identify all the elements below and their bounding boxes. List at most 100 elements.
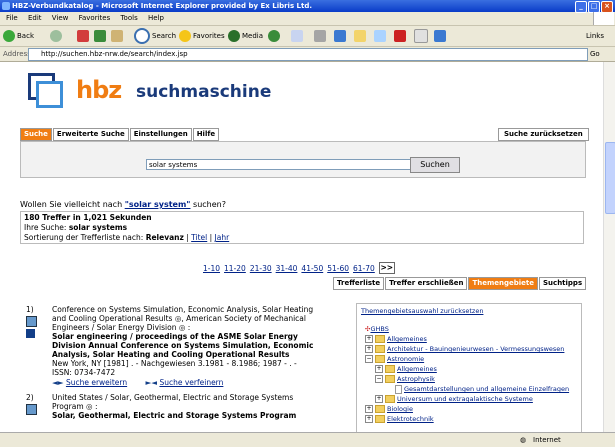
extra-tool-button[interactable] — [414, 29, 428, 43]
discuss-button[interactable] — [354, 29, 366, 43]
folder-icon — [385, 395, 395, 403]
tree-leaf[interactable]: Gesamtdarstellungen und allgemeine Einze… — [365, 384, 569, 394]
folder-icon — [375, 335, 385, 343]
tab-hilfe[interactable]: Hilfe — [192, 128, 220, 141]
magnifier-icon[interactable] — [26, 404, 37, 415]
media-icon — [228, 30, 240, 42]
menu-favorites[interactable]: Favorites — [79, 14, 111, 22]
page-link[interactable]: 61-70 — [353, 264, 375, 273]
tab-erweiterte-suche[interactable]: Erweiterte Suche — [52, 128, 129, 141]
tree-node[interactable]: + Biologie — [365, 404, 569, 414]
result-title[interactable]: Solar engineering / proceedings of the A… — [52, 332, 346, 341]
toolbar: Back Search Favorites Media Links — [0, 26, 615, 47]
address-input[interactable]: http://suchen.hbz-nrw.de/search/index.js… — [28, 48, 588, 61]
info-icon[interactable]: ◎ — [179, 323, 186, 332]
sort-jahr-link[interactable]: Jahr — [215, 233, 230, 242]
menu-edit[interactable]: Edit — [28, 14, 42, 22]
menu-file[interactable]: File — [6, 14, 18, 22]
address-bar: Address http://suchen.hbz-nrw.de/search/… — [0, 47, 615, 62]
history-button[interactable] — [268, 29, 280, 43]
stop-button[interactable] — [77, 29, 89, 43]
favorites-button[interactable]: Favorites — [179, 29, 225, 43]
go-button[interactable]: Go — [590, 47, 600, 61]
page-link[interactable]: 51-60 — [327, 264, 349, 273]
tab-treffer-erschliessen[interactable]: Treffer erschließen — [385, 277, 468, 290]
folder-open-icon — [375, 355, 385, 363]
reset-search-button[interactable]: Suche zurücksetzen — [498, 128, 589, 141]
tree-node[interactable]: − Astrophysik — [365, 374, 569, 384]
refine-arrows-icon: ►◄ — [145, 378, 158, 387]
search-input[interactable] — [146, 159, 412, 170]
tree-node[interactable]: + Universum und extragalaktische Systeme — [365, 394, 569, 404]
result-number: 2) — [26, 393, 34, 402]
folder-icon — [375, 345, 385, 353]
folder-open-icon — [385, 375, 395, 383]
result-item: 2) United States / Solar, Geothermal, El… — [26, 393, 346, 420]
back-button[interactable]: Back — [3, 29, 34, 43]
pagination: 1-10 11-20 21-30 31-40 41-50 51-60 61-70… — [203, 262, 395, 274]
address-label: Address — [3, 50, 31, 58]
research-button[interactable] — [374, 29, 386, 43]
hit-count: 180 Treffer in 1,021 Sekunden — [24, 213, 152, 222]
result-list: 1) Conference on Systems Simulation, Eco… — [26, 305, 346, 426]
refresh-icon — [94, 30, 106, 42]
sort-titel-link[interactable]: Titel — [191, 233, 207, 242]
forward-arrow-icon — [50, 30, 62, 42]
page-link[interactable]: 41-50 — [301, 264, 323, 273]
themengebiete-panel: Themengebietsauswahl zurücksetzen ✣GHBS … — [356, 303, 582, 432]
globe-icon — [434, 30, 446, 42]
tab-einstellungen[interactable]: Einstellungen — [129, 128, 192, 141]
result-item: 1) Conference on Systems Simulation, Eco… — [26, 305, 346, 387]
zone-label: Internet — [533, 436, 561, 444]
links-button[interactable]: Links — [586, 29, 604, 43]
info-icon[interactable]: ◎ — [86, 402, 93, 411]
page-link[interactable]: 1-10 — [203, 264, 220, 273]
back-arrow-icon — [3, 30, 15, 42]
topic-tree: ✣GHBS + Allgemeines + Architektur - Bauing… — [365, 324, 569, 424]
home-button[interactable] — [111, 29, 123, 43]
star-icon — [179, 30, 191, 42]
research-icon — [374, 30, 386, 42]
menu-tools[interactable]: Tools — [120, 14, 137, 22]
tree-node[interactable]: + Allgemeines — [365, 334, 569, 344]
page-link[interactable]: 31-40 — [276, 264, 298, 273]
next-page-button[interactable]: >> — [378, 262, 395, 274]
vertical-scrollbar[interactable] — [603, 62, 615, 432]
print-button[interactable] — [314, 29, 326, 43]
suggestion-link[interactable]: "solar system" — [125, 200, 191, 209]
tab-trefferliste[interactable]: Trefferliste — [333, 277, 385, 290]
tab-themengebiete[interactable]: Themengebiete — [468, 277, 539, 290]
refresh-button[interactable] — [94, 29, 106, 43]
suche-erweitern-link[interactable]: Suche erweitern — [66, 378, 127, 387]
magnifier-icon[interactable] — [26, 316, 37, 327]
media-button[interactable]: Media — [228, 29, 263, 43]
forward-button[interactable] — [50, 29, 62, 43]
page-link[interactable]: 21-30 — [250, 264, 272, 273]
tab-suchtipps[interactable]: Suchtipps — [539, 277, 587, 290]
tree-node[interactable]: + Elektrotechnik — [365, 414, 569, 424]
menu-view[interactable]: View — [52, 14, 69, 22]
messenger-button[interactable] — [394, 29, 406, 43]
mail-button[interactable] — [291, 29, 303, 43]
reset-themen-link[interactable]: Themengebietsauswahl zurücksetzen — [361, 306, 483, 316]
tree-node[interactable]: + Architektur - Bauingenieurwesen - Verme… — [365, 344, 569, 354]
edit-icon — [334, 30, 346, 42]
result-title[interactable]: Solar, Geothermal, Electric and Storage … — [52, 411, 346, 420]
suggestion: Wollen Sie vielleicht nach "solar system… — [20, 200, 226, 209]
suche-verfeinern-link[interactable]: Suche verfeinern — [159, 378, 223, 387]
edit-button[interactable] — [334, 29, 346, 43]
discuss-icon — [354, 30, 366, 42]
logo-subtitle: suchmaschine — [136, 82, 272, 102]
extra-tool2-button[interactable] — [434, 29, 446, 43]
search-submit-button[interactable]: Suchen — [410, 157, 460, 173]
tree-root[interactable]: ✣GHBS — [365, 324, 569, 334]
tree-node[interactable]: + Allgemeines — [365, 364, 569, 374]
tab-suche[interactable]: Suche — [20, 128, 52, 141]
menu-help[interactable]: Help — [148, 14, 164, 22]
tree-node[interactable]: − Astronomie — [365, 354, 569, 364]
search-button[interactable]: Search — [134, 28, 176, 44]
windows-flag-icon — [593, 12, 614, 25]
document-icon — [395, 384, 402, 394]
scrollbar-thumb[interactable] — [605, 142, 615, 214]
page-link[interactable]: 11-20 — [224, 264, 246, 273]
